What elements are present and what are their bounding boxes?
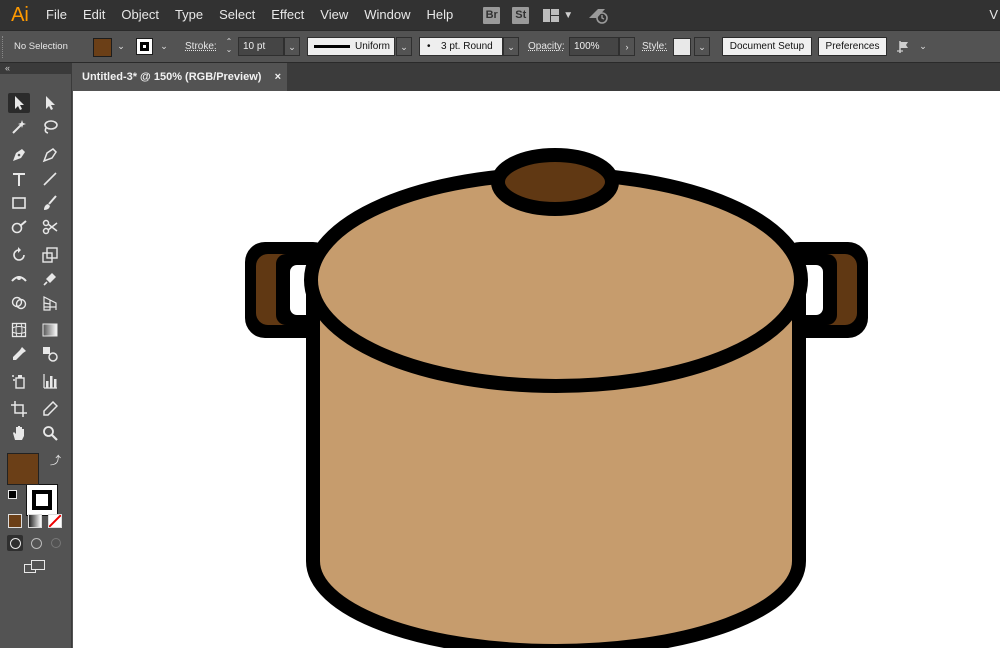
close-icon[interactable]: × — [275, 63, 281, 91]
shaper-tool-icon[interactable] — [8, 217, 30, 237]
screen-mode-icon[interactable] — [24, 560, 46, 574]
selection-status: No Selection — [14, 41, 68, 52]
app-logo: Ai — [11, 3, 29, 26]
arrange-icon[interactable] — [896, 39, 914, 55]
document-setup-button[interactable]: Document Setup — [722, 37, 812, 56]
paintbrush-tool-icon[interactable] — [39, 193, 61, 213]
curvature-tool-icon[interactable] — [39, 145, 61, 165]
stroke-color-box[interactable] — [26, 484, 58, 516]
opacity-input[interactable]: 100% — [569, 37, 619, 56]
magic-wand-tool-icon[interactable] — [8, 117, 30, 137]
fill-dropdown-chevron-icon[interactable]: ⌄ — [114, 37, 128, 56]
pot-artwork[interactable] — [73, 91, 1000, 648]
menu-edit[interactable]: Edit — [75, 0, 113, 30]
arrange-documents-icon[interactable] — [543, 8, 560, 22]
stroke-label[interactable]: Stroke: — [185, 41, 217, 52]
graphic-style-swatch[interactable] — [673, 38, 691, 56]
menu-window[interactable]: Window — [356, 0, 418, 30]
perspective-grid-tool-icon[interactable] — [39, 293, 61, 313]
draw-normal-icon[interactable] — [7, 535, 23, 551]
variable-width-profile[interactable]: Uniform — [307, 37, 395, 56]
slice-tool-icon[interactable] — [39, 399, 61, 419]
menu-view[interactable]: View — [312, 0, 356, 30]
rectangle-tool-icon[interactable] — [8, 193, 30, 213]
selection-tool-icon[interactable] — [8, 93, 30, 113]
direct-selection-tool-icon[interactable] — [39, 93, 61, 113]
menu-file[interactable]: File — [38, 0, 75, 30]
stroke-dropdown-chevron-icon[interactable]: ⌄ — [157, 37, 171, 56]
toolbox-collapse[interactable]: « — [0, 63, 71, 74]
document-tab-title: Untitled-3* @ 150% (RGB/Preview) — [82, 71, 262, 83]
menu-help[interactable]: Help — [418, 0, 461, 30]
eyedropper-tool-icon[interactable] — [8, 344, 30, 364]
gradient-mode-button[interactable] — [28, 514, 42, 528]
gpu-performance-icon[interactable] — [587, 6, 609, 24]
fill-swatch[interactable] — [93, 38, 112, 57]
style-dropdown[interactable]: ⌄ — [694, 37, 710, 56]
none-mode-button[interactable] — [48, 514, 62, 528]
chevron-down-icon[interactable]: ▼ — [563, 10, 573, 21]
brush-definition[interactable]: • 3 pt. Round — [419, 37, 503, 56]
stroke-swatch[interactable] — [136, 38, 153, 55]
shape-builder-tool-icon[interactable] — [8, 293, 30, 313]
column-graph-tool-icon[interactable] — [39, 371, 61, 391]
control-bar: No Selection ⌄ ⌄ Stroke: ⌃ ⌄ 10 pt ⌄ Unif… — [0, 30, 1000, 63]
default-fill-stroke-icon[interactable] — [8, 490, 17, 499]
tools-panel: « ⤴ — [0, 63, 72, 648]
width-tool-icon[interactable] — [8, 269, 30, 289]
lid-knob[interactable] — [491, 148, 619, 216]
artboard-canvas[interactable] — [73, 91, 1000, 648]
artboard-tool-icon[interactable] — [8, 399, 30, 419]
puppet-warp-tool-icon[interactable] — [39, 269, 61, 289]
draw-behind-icon[interactable] — [28, 535, 44, 551]
profile-dropdown[interactable]: ⌄ — [396, 37, 412, 56]
preferences-button[interactable]: Preferences — [818, 37, 887, 56]
menu-select[interactable]: Select — [211, 0, 263, 30]
document-tab-bar: Untitled-3* @ 150% (RGB/Preview) × — [73, 63, 1000, 91]
hand-tool-icon[interactable] — [8, 423, 30, 443]
brush-dropdown[interactable]: ⌄ — [503, 37, 519, 56]
menu-object[interactable]: Object — [113, 0, 167, 30]
style-label[interactable]: Style: — [642, 41, 667, 52]
panel-menu-chevron-icon[interactable]: ⌄ — [916, 37, 930, 56]
swap-fill-stroke-icon[interactable]: ⤴ — [50, 452, 61, 468]
opacity-arrow[interactable]: › — [619, 37, 635, 56]
stock-button[interactable]: St — [512, 6, 530, 24]
zoom-tool-icon[interactable] — [39, 423, 61, 443]
fill-color-box[interactable] — [7, 453, 39, 485]
bridge-button[interactable]: Br — [483, 6, 501, 24]
lasso-tool-icon[interactable] — [39, 117, 61, 137]
stroke-weight-input[interactable]: 10 pt — [238, 37, 284, 56]
draw-inside-icon[interactable] — [48, 535, 64, 551]
menubar-right-text: V — [989, 7, 998, 22]
color-mode-button[interactable] — [8, 514, 22, 528]
opacity-label[interactable]: Opacity: — [528, 41, 565, 52]
line-segment-tool-icon[interactable] — [39, 169, 61, 189]
document-tab[interactable]: Untitled-3* @ 150% (RGB/Preview) × — [73, 63, 287, 91]
scissors-tool-icon[interactable] — [39, 217, 61, 237]
symbol-sprayer-tool-icon[interactable] — [8, 371, 30, 391]
grip-handle[interactable] — [2, 36, 5, 58]
menu-effect[interactable]: Effect — [263, 0, 312, 30]
mesh-tool-icon[interactable] — [8, 320, 30, 340]
pen-tool-icon[interactable] — [8, 145, 30, 165]
rotate-tool-icon[interactable] — [8, 245, 30, 265]
menu-bar: Ai File Edit Object Type Select Effect V… — [0, 0, 1000, 30]
stroke-weight-stepper[interactable]: ⌃ ⌄ — [222, 38, 236, 56]
scale-tool-icon[interactable] — [39, 245, 61, 265]
menu-type[interactable]: Type — [167, 0, 211, 30]
gradient-tool-icon[interactable] — [39, 320, 61, 340]
blend-tool-icon[interactable] — [39, 344, 61, 364]
type-tool-icon[interactable] — [8, 169, 30, 189]
stroke-weight-dropdown[interactable]: ⌄ — [284, 37, 300, 56]
